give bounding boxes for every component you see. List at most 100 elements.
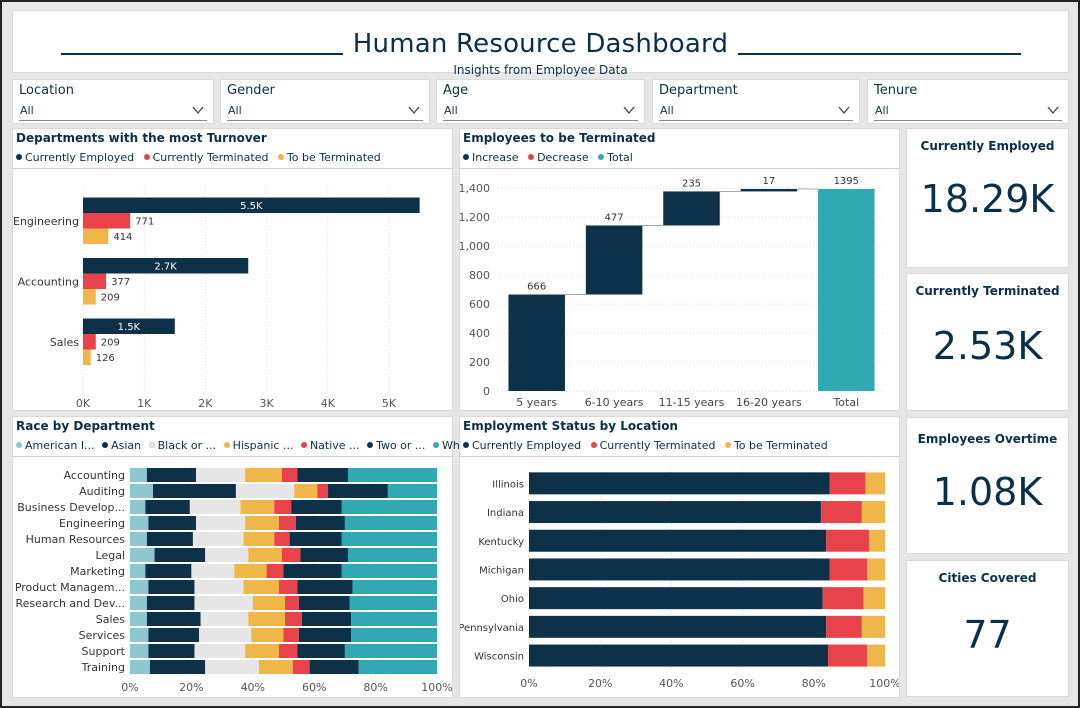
stacked-segment [146,596,195,610]
legend-item[interactable]: Currently Employed [463,439,581,452]
legend-item[interactable]: Currently Terminated [590,439,715,452]
data-label: 209 [101,293,120,304]
filter-location-dropdown[interactable]: All [19,101,207,121]
waterfall-panel: Employees to be Terminated Increase Decr… [459,128,900,411]
legend-item[interactable]: Hispanic ... [223,439,293,452]
stacked-segment [317,484,329,498]
y-tick-label: 600 [469,298,490,311]
category-label: Services [79,629,126,642]
stacked-segment [235,484,295,498]
kpi-value: 1.08K [932,470,1043,514]
waterfall-bar [663,191,720,226]
chevron-down-icon[interactable] [191,103,205,117]
x-tick-label: 80% [802,677,826,690]
legend-label: To be Terminated [286,151,381,164]
kpi-title: Cities Covered [938,571,1037,585]
category-label: Legal [96,549,125,562]
category-label: Research and Dev... [15,597,125,610]
stacked-segment [130,596,147,610]
legend-item[interactable]: Currently Employed [16,151,134,164]
stacked-segment [826,615,862,638]
x-tick-label: 80% [363,681,387,694]
filter-department-dropdown[interactable]: All [659,101,853,121]
filter-tenure[interactable]: Tenure All [867,79,1069,124]
stacked-segment [295,516,345,530]
stacked-segment [130,548,155,562]
y-tick-label: 1,000 [460,240,490,253]
x-tick-label: 0% [520,677,537,690]
chevron-down-icon[interactable] [1046,103,1060,117]
x-tick-label: 0K [76,397,91,410]
legend-item[interactable]: Two or ... [367,439,425,452]
data-label: 126 [96,353,115,364]
data-label: 666 [527,282,546,293]
stacked-segment [529,558,830,581]
stacked-segment [148,644,195,658]
legend-item[interactable]: Total [598,151,633,164]
legend-label: Currently Employed [25,151,135,164]
filter-age-dropdown[interactable]: All [443,101,638,121]
legend-item[interactable]: Native ... [300,439,360,452]
filter-location-label: Location [19,83,74,98]
filter-department[interactable]: Department All [652,79,860,124]
stacked-segment [145,564,192,578]
y-tick-label: 1,400 [460,182,490,195]
stacked-segment [298,596,350,610]
turnover-panel: Departments with the most Turnover Curre… [12,128,453,411]
legend-item[interactable]: Asian [102,439,141,452]
legend-item[interactable]: To be Terminated [724,439,828,452]
filter-location[interactable]: Location All [12,79,214,124]
data-label: 477 [605,212,624,223]
race-legend: American I... Asian Black or ... Hispani… [16,439,474,452]
stacked-segment [194,644,246,658]
stacked-segment [148,580,195,594]
filter-gender-dropdown[interactable]: All [227,101,423,121]
stacked-segment [351,628,437,642]
data-label: 235 [682,178,701,189]
stacked-segment [274,500,292,514]
legend-item[interactable]: Increase [463,151,519,164]
filter-gender[interactable]: Gender All [220,79,430,124]
legend-label: American I... [25,439,95,452]
category-label: Human Resources [26,533,126,546]
legend-label: Native ... [309,439,360,452]
category-label: Marketing [70,565,125,578]
stacked-segment [252,596,286,610]
stacked-segment [300,548,348,562]
stacked-segment [341,564,437,578]
stacked-segment [240,500,275,514]
stacked-segment [297,580,353,594]
stacked-segment [285,596,299,610]
stacked-segment [358,660,437,674]
category-label: Auditing [79,485,125,498]
x-tick-label: 5K [382,397,397,410]
stacked-segment [285,612,302,626]
legend-item[interactable]: Decrease [528,151,589,164]
legend-label: Black or ... [157,439,217,452]
stacked-segment [148,516,197,530]
legend-item[interactable]: American I... [16,439,95,452]
stacked-segment [248,548,282,562]
legend-item[interactable]: Black or ... [148,439,217,452]
x-tick-label: 60% [302,681,326,694]
legend-label: Currently Terminated [152,151,269,164]
category-label: Ohio [501,594,524,605]
x-tick-label: 4K [321,397,336,410]
race-panel: Race by Department American I... Asian B… [12,416,474,698]
legend-label: Two or ... [376,439,426,452]
category-label: Michigan [479,565,524,576]
legend-item[interactable]: To be Terminated [277,151,381,164]
filter-age[interactable]: Age All [436,79,645,124]
legend-item[interactable]: Currently Terminated [143,151,269,164]
data-label: 414 [113,232,132,243]
stacked-segment [828,644,868,667]
stacked-segment [189,500,241,514]
stacked-segment [130,532,147,546]
filter-tenure-dropdown[interactable]: All [874,101,1062,121]
chevron-down-icon[interactable] [622,103,636,117]
race-chart: 0% 20% 40% 60% 80% 100% Accounting Auditing Busi… [15,467,452,694]
chevron-down-icon[interactable] [407,103,421,117]
stacked-segment [266,564,284,578]
chevron-down-icon[interactable] [837,103,851,117]
stacked-segment [297,468,348,482]
